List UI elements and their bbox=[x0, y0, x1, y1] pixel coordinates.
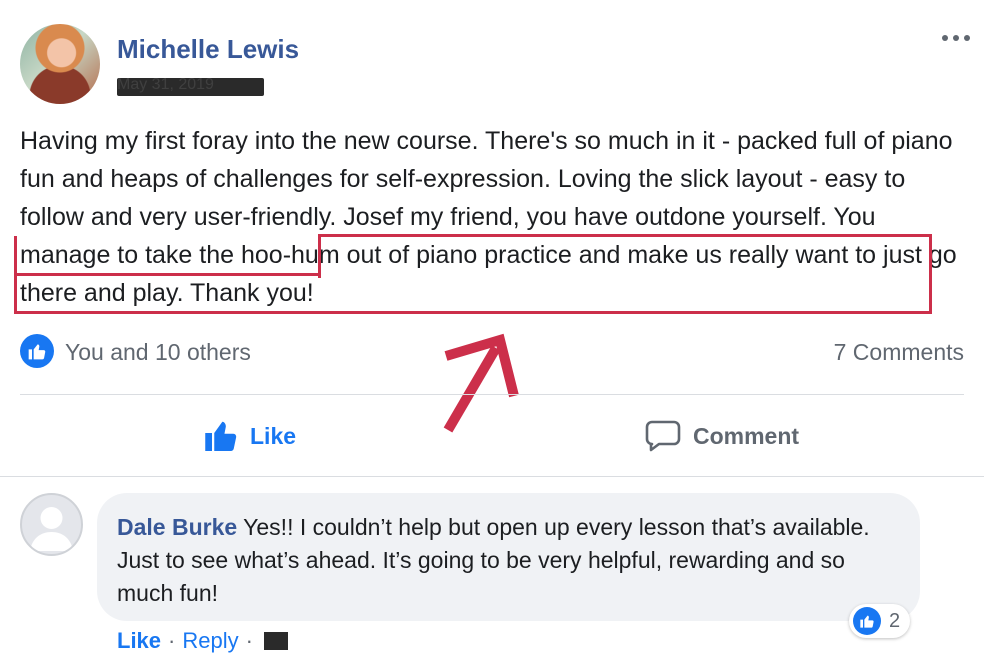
commenter-avatar[interactable] bbox=[20, 493, 83, 556]
comment-time-redacted[interactable] bbox=[263, 632, 288, 650]
commenter-name[interactable]: Dale Burke bbox=[117, 514, 237, 540]
comment-reply-link[interactable]: Reply bbox=[182, 628, 238, 654]
comment-bubble: Dale Burke Yes!! I couldn’t help but ope… bbox=[97, 493, 920, 621]
comment-count[interactable]: 7 Comments bbox=[834, 339, 964, 366]
post-date: May 31, 2019 bbox=[117, 76, 214, 93]
comment-reaction-badge[interactable]: 2 bbox=[849, 604, 911, 638]
reactions-bar: You and 10 others 7 Comments bbox=[20, 332, 964, 372]
reaction-summary[interactable]: You and 10 others bbox=[65, 339, 251, 366]
author-name[interactable]: Michelle Lewis bbox=[117, 34, 299, 65]
like-button-label: Like bbox=[250, 422, 297, 449]
speech-bubble-icon bbox=[645, 420, 681, 452]
author-avatar[interactable] bbox=[20, 24, 100, 104]
divider bbox=[0, 476, 984, 477]
post-text-main: Having my first foray into the new cours… bbox=[20, 127, 953, 231]
comment-actions: Like · Reply · bbox=[117, 626, 288, 656]
like-button[interactable]: Like bbox=[202, 416, 296, 456]
thumbs-up-icon bbox=[205, 421, 237, 451]
post-text: Having my first foray into the new cours… bbox=[20, 122, 964, 312]
comment-button[interactable]: Comment bbox=[645, 416, 799, 456]
divider bbox=[20, 394, 964, 395]
post-header: Michelle Lewis May 31, 2019 bbox=[20, 24, 970, 104]
comment-like-count: 2 bbox=[889, 609, 901, 632]
like-reaction-icon bbox=[853, 607, 881, 635]
separator: · bbox=[168, 628, 176, 653]
comment-button-label: Comment bbox=[693, 422, 800, 449]
post-date-redacted[interactable]: May 31, 2019 bbox=[117, 76, 264, 96]
comment-like-link[interactable]: Like bbox=[117, 628, 161, 654]
separator: · bbox=[245, 628, 253, 653]
like-reaction-icon[interactable] bbox=[20, 334, 54, 368]
more-options-icon[interactable] bbox=[938, 28, 974, 48]
